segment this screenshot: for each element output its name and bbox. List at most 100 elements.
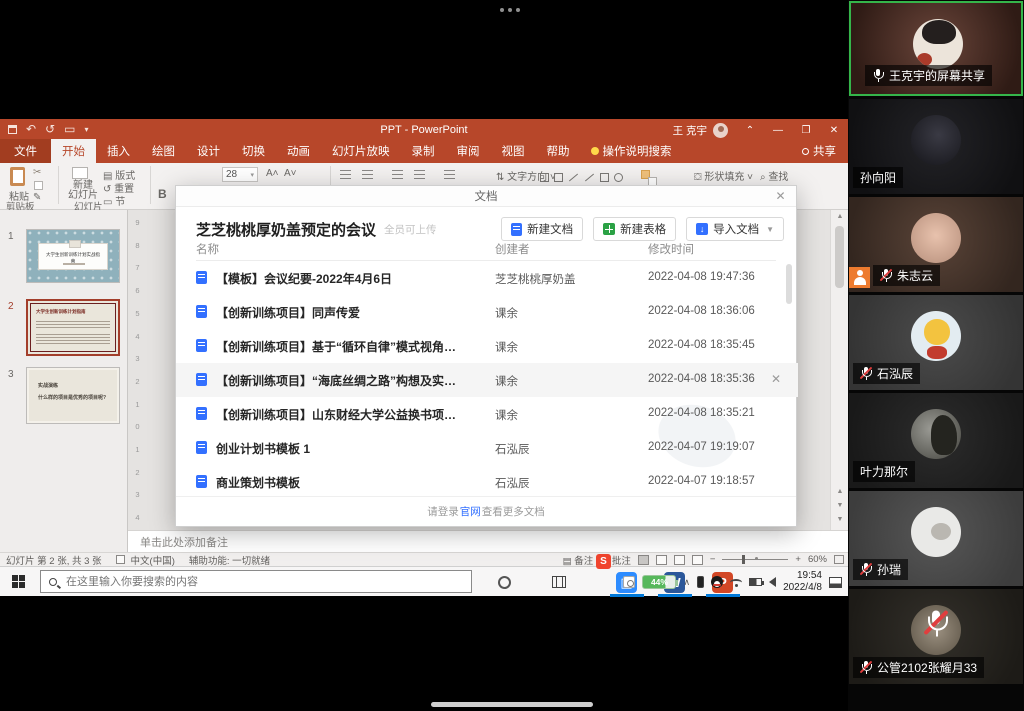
hidden-icons-chevron[interactable]: ∧ — [683, 577, 690, 588]
line-spacing-icon[interactable] — [444, 170, 455, 179]
participant-tile[interactable]: 孙瑞 — [849, 491, 1023, 586]
section-button[interactable]: ▭ 节 — [103, 193, 125, 208]
minimize-button[interactable]: — — [764, 119, 792, 142]
volume-icon[interactable] — [769, 577, 776, 587]
slideshow-view-icon[interactable] — [692, 555, 703, 565]
new-sheet-button[interactable]: 新建表格 — [593, 217, 676, 241]
decrease-indent-icon[interactable] — [392, 170, 403, 179]
account-name[interactable]: 王 克宇 — [673, 123, 707, 138]
normal-view-icon[interactable] — [638, 555, 649, 565]
language-indicator[interactable]: 中文(中国) — [131, 553, 175, 567]
official-site-link[interactable]: 官网 — [460, 504, 481, 519]
taskbar-search[interactable] — [40, 570, 472, 593]
tab-review[interactable]: 审阅 — [446, 139, 491, 163]
task-view-icon[interactable] — [552, 576, 566, 588]
spellcheck-icon[interactable] — [116, 555, 125, 564]
dialog-close-icon[interactable]: ✕ — [773, 189, 788, 204]
tab-home[interactable]: 开始 — [51, 139, 96, 163]
qq-icon[interactable] — [711, 576, 723, 588]
participant-name: 朱志云 — [897, 267, 933, 284]
copy-icon[interactable] — [34, 181, 43, 190]
slide-sorter-view-icon[interactable] — [656, 555, 667, 565]
bold-button[interactable]: B — [158, 187, 167, 201]
doc-row[interactable]: 【创新训练项目】山东财经大学公益换书项目—鸟巢图书馆 课余 2022-04-08… — [176, 397, 798, 431]
doc-row[interactable]: 【创新训练项目】基于“循环自律”模式视角下对提升大学... 课余 2022-04… — [176, 329, 798, 363]
doc-icon — [196, 373, 207, 386]
doc-row[interactable]: 创业计划书模板 1 石泓辰 2022-04-07 19:19:07 — [176, 431, 798, 465]
participant-tile[interactable]: 朱志云 — [849, 197, 1023, 292]
tab-slideshow[interactable]: 幻灯片放映 — [321, 139, 401, 163]
charger-icon[interactable] — [623, 576, 635, 588]
tab-record[interactable]: 录制 — [401, 139, 446, 163]
doc-row[interactable]: 【创新训练项目】同声传爱 课余 2022-04-08 18:36:06 — [176, 295, 798, 329]
participant-tile[interactable]: 公管2102张耀月33 — [849, 589, 1023, 684]
meeting-toolbar-handle[interactable] — [500, 8, 520, 12]
participant-tile[interactable]: 孙向阳 — [849, 99, 1023, 194]
tab-transitions[interactable]: 切换 — [231, 139, 276, 163]
ribbon-options-icon[interactable]: ⌃ — [736, 119, 764, 142]
shrink-font-icon[interactable]: A˅ — [284, 168, 297, 179]
participant-tile[interactable]: 石泓辰 — [849, 295, 1023, 390]
grow-font-icon[interactable]: A˄ — [266, 168, 279, 179]
slide-thumbnail-2-selected[interactable]: 大学生创新训练计划指南 — [26, 299, 120, 356]
import-doc-button[interactable]: ↓ 导入文档 ▼ — [686, 217, 784, 241]
participant-tile-sharer[interactable]: 王克宇的屏幕共享 — [849, 1, 1023, 96]
zoom-slider[interactable] — [722, 559, 788, 560]
cortana-icon[interactable] — [498, 576, 511, 589]
shape-fill-button[interactable]: ⛋ 形状填充 ˅ — [694, 168, 753, 183]
taskbar-clock[interactable]: 19:54 2022/4/8 — [783, 570, 822, 594]
tab-animations[interactable]: 动画 — [276, 139, 321, 163]
slide-thumbnail-1[interactable]: 大学生创新训练计划实战指南 — [26, 229, 120, 283]
battery-widget[interactable]: 44% — [642, 575, 676, 589]
search-input[interactable] — [64, 575, 463, 589]
meeting-bottom-handle[interactable] — [431, 702, 593, 707]
avatar — [911, 409, 961, 459]
reading-view-icon[interactable] — [674, 555, 685, 565]
account-avatar[interactable] — [713, 123, 728, 138]
tab-file[interactable]: 文件 — [0, 139, 51, 163]
tab-view[interactable]: 视图 — [491, 139, 536, 163]
avatar — [911, 311, 961, 361]
find-button[interactable]: ⌕ 查找 — [760, 168, 788, 183]
bullets-icon[interactable] — [340, 170, 351, 179]
slide-thumbnail-3[interactable]: 实战演练 什么样的项目是优秀的项目呢? — [26, 367, 120, 424]
dialog-scrollbar-thumb[interactable] — [786, 264, 792, 304]
tab-draw[interactable]: 绘图 — [141, 139, 186, 163]
phone-link-icon[interactable] — [697, 576, 704, 588]
accessibility-status[interactable]: 辅助功能: 一切就绪 — [189, 553, 270, 567]
tab-insert[interactable]: 插入 — [96, 139, 141, 163]
tab-design[interactable]: 设计 — [186, 139, 231, 163]
action-center-icon[interactable] — [829, 577, 842, 588]
participant-tile[interactable]: 叶力那尔 — [849, 393, 1023, 488]
new-doc-button[interactable]: 新建文档 — [501, 217, 583, 241]
tab-help[interactable]: 帮助 — [536, 139, 581, 163]
battery-icon[interactable] — [749, 578, 762, 586]
start-button[interactable] — [12, 575, 25, 588]
fit-to-window-icon[interactable] — [834, 555, 844, 564]
doc-row-hovered[interactable]: 【创新训练项目】“海底丝绸之路”构想及实现路径 课余 2022-04-08 18… — [176, 363, 798, 397]
doc-row[interactable]: 商业策划书模板 石泓辰 2022-04-07 19:18:57 — [176, 465, 798, 499]
scroll-up-icon[interactable]: ▲ — [831, 213, 849, 220]
tell-me-search[interactable]: 操作说明搜索 — [581, 139, 682, 163]
mic-on-icon — [872, 69, 884, 82]
next-slide-icon[interactable]: ▼ — [831, 502, 849, 509]
zoom-in-button[interactable]: + — [795, 554, 801, 565]
zoom-level[interactable]: 60% — [808, 554, 827, 565]
notes-toggle[interactable]: ▤ 备注 — [563, 553, 594, 567]
notes-pane[interactable]: 单击此处添加备注 — [128, 530, 848, 552]
numbering-icon[interactable] — [362, 170, 373, 179]
sogou-input-icon[interactable]: S — [596, 554, 611, 569]
font-size-box[interactable]: 28▾ — [222, 167, 258, 182]
vertical-scrollbar[interactable]: ▲ ▲ ▼ ▼ — [830, 210, 848, 530]
zoom-out-button[interactable]: − — [710, 554, 716, 565]
cut-icon[interactable]: ✂ — [33, 167, 41, 178]
previous-slide-icon[interactable]: ▲ — [831, 488, 849, 495]
remove-doc-icon[interactable]: ✕ — [771, 372, 781, 386]
scrollbar-thumb[interactable] — [835, 226, 844, 288]
increase-indent-icon[interactable] — [414, 170, 425, 179]
share-button[interactable]: 共享 — [790, 139, 848, 163]
wifi-icon[interactable] — [730, 579, 742, 586]
doc-row[interactable]: 【模板】会议纪要-2022年4月6日 芝芝桃桃厚奶盖 2022-04-08 19… — [176, 261, 798, 295]
scroll-down-icon[interactable]: ▼ — [831, 516, 849, 523]
dialog-titlebar[interactable]: 文档 ✕ — [176, 186, 796, 207]
